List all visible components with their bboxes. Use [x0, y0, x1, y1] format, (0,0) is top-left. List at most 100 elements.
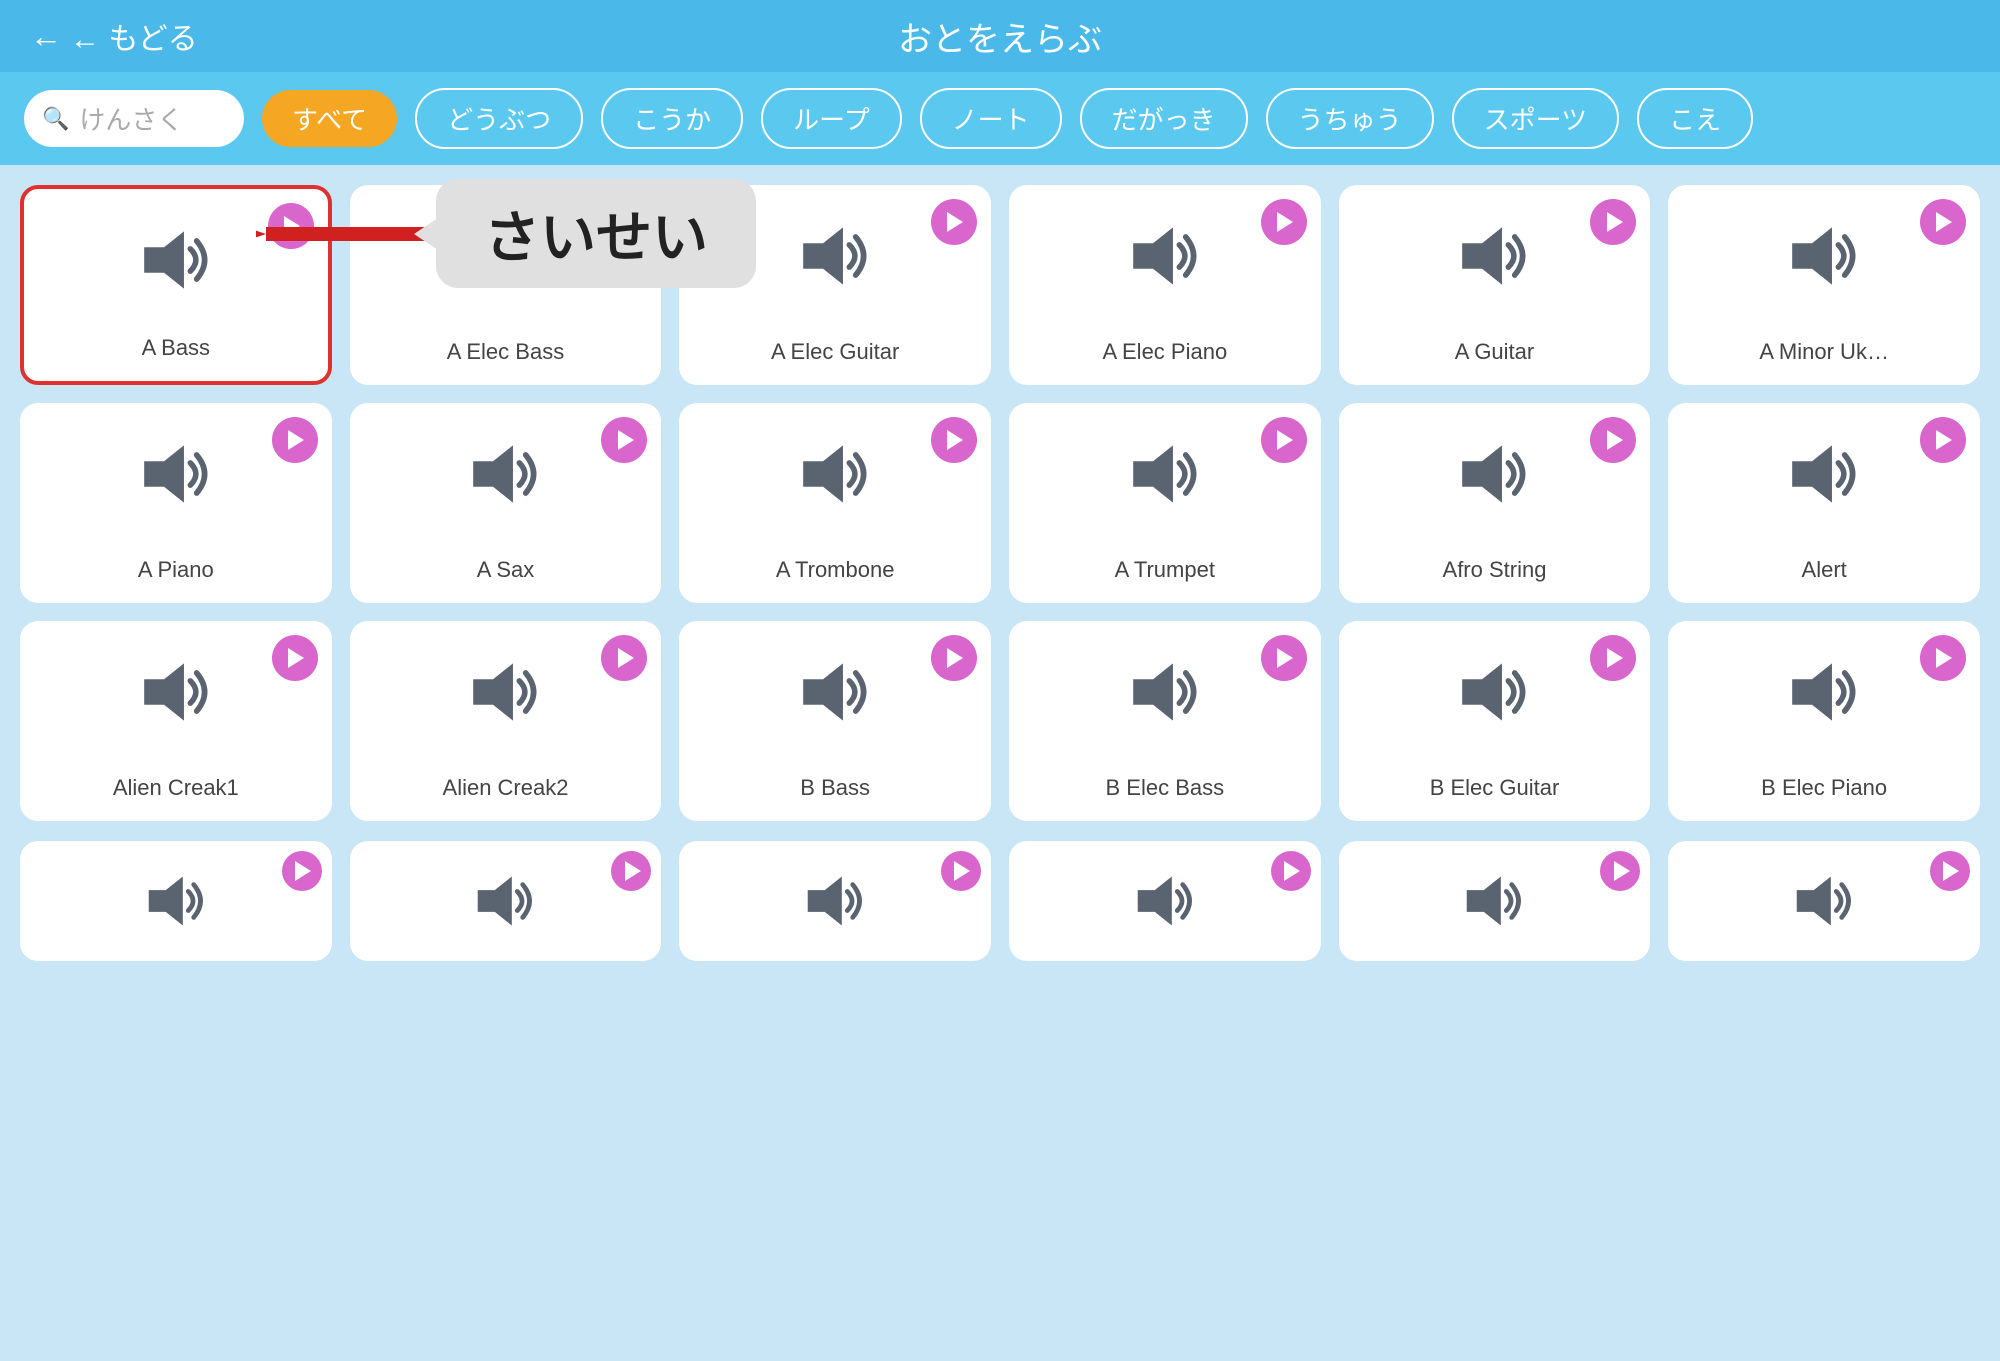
- speaker-icon: [470, 871, 540, 931]
- filter-animals[interactable]: どうぶつ: [415, 88, 583, 149]
- sound-label-b-elec-guitar: B Elec Guitar: [1430, 775, 1560, 801]
- speaker-icon: [136, 657, 216, 727]
- speaker-icon: [1454, 439, 1534, 509]
- sound-card-b-bass[interactable]: B Bass: [679, 621, 991, 821]
- sound-card-a-guitar[interactable]: A Guitar: [1339, 185, 1651, 385]
- sound-card-a-trumpet[interactable]: A Trumpet: [1009, 403, 1321, 603]
- back-arrow-icon: ←: [30, 18, 62, 55]
- play-button-a-trombone[interactable]: [931, 417, 977, 463]
- play-button-a-sax[interactable]: [601, 417, 647, 463]
- callout-bubble: さいせい: [436, 179, 756, 288]
- play-button-alien-creak2[interactable]: [601, 635, 647, 681]
- play-button-partial-4[interactable]: [1271, 851, 1311, 891]
- filter-space[interactable]: うちゅう: [1266, 88, 1434, 149]
- filter-all[interactable]: すべて: [262, 90, 397, 147]
- filter-bar: 🔍 けんさく すべて どうぶつ こうか ループ ノート だがっき うちゅう スポ…: [0, 72, 2000, 165]
- speaker-icon: [1125, 657, 1205, 727]
- speaker-icon: [1789, 871, 1859, 931]
- speaker-icon: [1784, 221, 1864, 291]
- partial-card-3[interactable]: [679, 841, 991, 961]
- play-button-a-elec-guitar[interactable]: [931, 199, 977, 245]
- speaker-icon: [1454, 221, 1534, 291]
- sound-label-b-elec-bass: B Elec Bass: [1106, 775, 1225, 801]
- callout-annotation: さいせい: [256, 179, 756, 288]
- play-button-partial-6[interactable]: [1930, 851, 1970, 891]
- partial-card-6[interactable]: [1668, 841, 1980, 961]
- search-icon: 🔍: [42, 106, 69, 132]
- sound-label-alien-creak1: Alien Creak1: [113, 775, 239, 801]
- callout-text: さいせい: [484, 206, 708, 269]
- page-title: おとをえらぶ: [898, 12, 1102, 61]
- sound-label-a-elec-piano: A Elec Piano: [1102, 339, 1227, 365]
- sound-label-a-piano: A Piano: [138, 557, 214, 583]
- filter-voice[interactable]: こえ: [1637, 88, 1753, 149]
- partial-row: [0, 841, 2000, 981]
- sound-card-a-elec-piano[interactable]: A Elec Piano: [1009, 185, 1321, 385]
- speaker-icon: [1130, 871, 1200, 931]
- play-button-b-bass[interactable]: [931, 635, 977, 681]
- filter-percussion[interactable]: だがっき: [1080, 88, 1248, 149]
- speaker-icon: [1125, 221, 1205, 291]
- speaker-icon: [1125, 439, 1205, 509]
- back-button[interactable]: ← ← もどる: [30, 14, 198, 58]
- sound-card-b-elec-guitar[interactable]: B Elec Guitar: [1339, 621, 1651, 821]
- play-button-partial-1[interactable]: [282, 851, 322, 891]
- play-button-a-trumpet[interactable]: [1261, 417, 1307, 463]
- sound-card-alert[interactable]: Alert: [1668, 403, 1980, 603]
- play-button-b-elec-bass[interactable]: [1261, 635, 1307, 681]
- speaker-icon: [795, 439, 875, 509]
- play-button-alien-creak1[interactable]: [272, 635, 318, 681]
- speaker-icon: [800, 871, 870, 931]
- search-placeholder: けんさく: [79, 100, 183, 137]
- speaker-icon: [465, 657, 545, 727]
- filter-effects[interactable]: こうか: [601, 88, 743, 149]
- play-button-b-elec-piano[interactable]: [1920, 635, 1966, 681]
- sound-label-a-trombone: A Trombone: [776, 557, 895, 583]
- play-button-partial-3[interactable]: [941, 851, 981, 891]
- speaker-icon: [1784, 657, 1864, 727]
- sound-card-a-piano[interactable]: A Piano: [20, 403, 332, 603]
- filter-note[interactable]: ノート: [920, 88, 1062, 149]
- play-button-a-minor-uk[interactable]: [1920, 199, 1966, 245]
- play-button-b-elec-guitar[interactable]: [1590, 635, 1636, 681]
- play-button-a-elec-piano[interactable]: [1261, 199, 1307, 245]
- partial-card-1[interactable]: [20, 841, 332, 961]
- speaker-icon: [795, 221, 875, 291]
- red-arrow-icon: [256, 194, 436, 274]
- sound-card-afro-string[interactable]: Afro String: [1339, 403, 1651, 603]
- speaker-icon: [1454, 657, 1534, 727]
- sound-label-alien-creak2: Alien Creak2: [443, 775, 569, 801]
- sound-label-b-bass: B Bass: [800, 775, 870, 801]
- play-button-a-piano[interactable]: [272, 417, 318, 463]
- speaker-icon: [1459, 871, 1529, 931]
- partial-card-2[interactable]: [350, 841, 662, 961]
- sound-card-b-elec-bass[interactable]: B Elec Bass: [1009, 621, 1321, 821]
- speaker-icon: [1784, 439, 1864, 509]
- sound-label-a-minor-uk: A Minor Uk…: [1759, 339, 1889, 365]
- sound-card-a-sax[interactable]: A Sax: [350, 403, 662, 603]
- play-button-partial-2[interactable]: [611, 851, 651, 891]
- filter-sports[interactable]: スポーツ: [1452, 88, 1619, 149]
- speaker-icon: [465, 439, 545, 509]
- play-button-alert[interactable]: [1920, 417, 1966, 463]
- sound-label-a-elec-guitar: A Elec Guitar: [771, 339, 899, 365]
- sound-label-alert: Alert: [1802, 557, 1847, 583]
- speaker-icon: [141, 871, 211, 931]
- search-box[interactable]: 🔍 けんさく: [24, 90, 244, 147]
- sound-label-a-trumpet: A Trumpet: [1115, 557, 1215, 583]
- sound-card-a-minor-uk[interactable]: A Minor Uk…: [1668, 185, 1980, 385]
- back-label: ← もどる: [70, 14, 198, 58]
- filter-loop[interactable]: ループ: [761, 88, 901, 149]
- partial-card-5[interactable]: [1339, 841, 1651, 961]
- speaker-icon: [136, 439, 216, 509]
- sound-card-b-elec-piano[interactable]: B Elec Piano: [1668, 621, 1980, 821]
- sound-card-alien-creak1[interactable]: Alien Creak1: [20, 621, 332, 821]
- sound-label-b-elec-piano: B Elec Piano: [1761, 775, 1887, 801]
- sound-label-afro-string: Afro String: [1443, 557, 1547, 583]
- play-button-a-guitar[interactable]: [1590, 199, 1636, 245]
- play-button-afro-string[interactable]: [1590, 417, 1636, 463]
- play-button-partial-5[interactable]: [1600, 851, 1640, 891]
- sound-card-alien-creak2[interactable]: Alien Creak2: [350, 621, 662, 821]
- partial-card-4[interactable]: [1009, 841, 1321, 961]
- sound-card-a-trombone[interactable]: A Trombone: [679, 403, 991, 603]
